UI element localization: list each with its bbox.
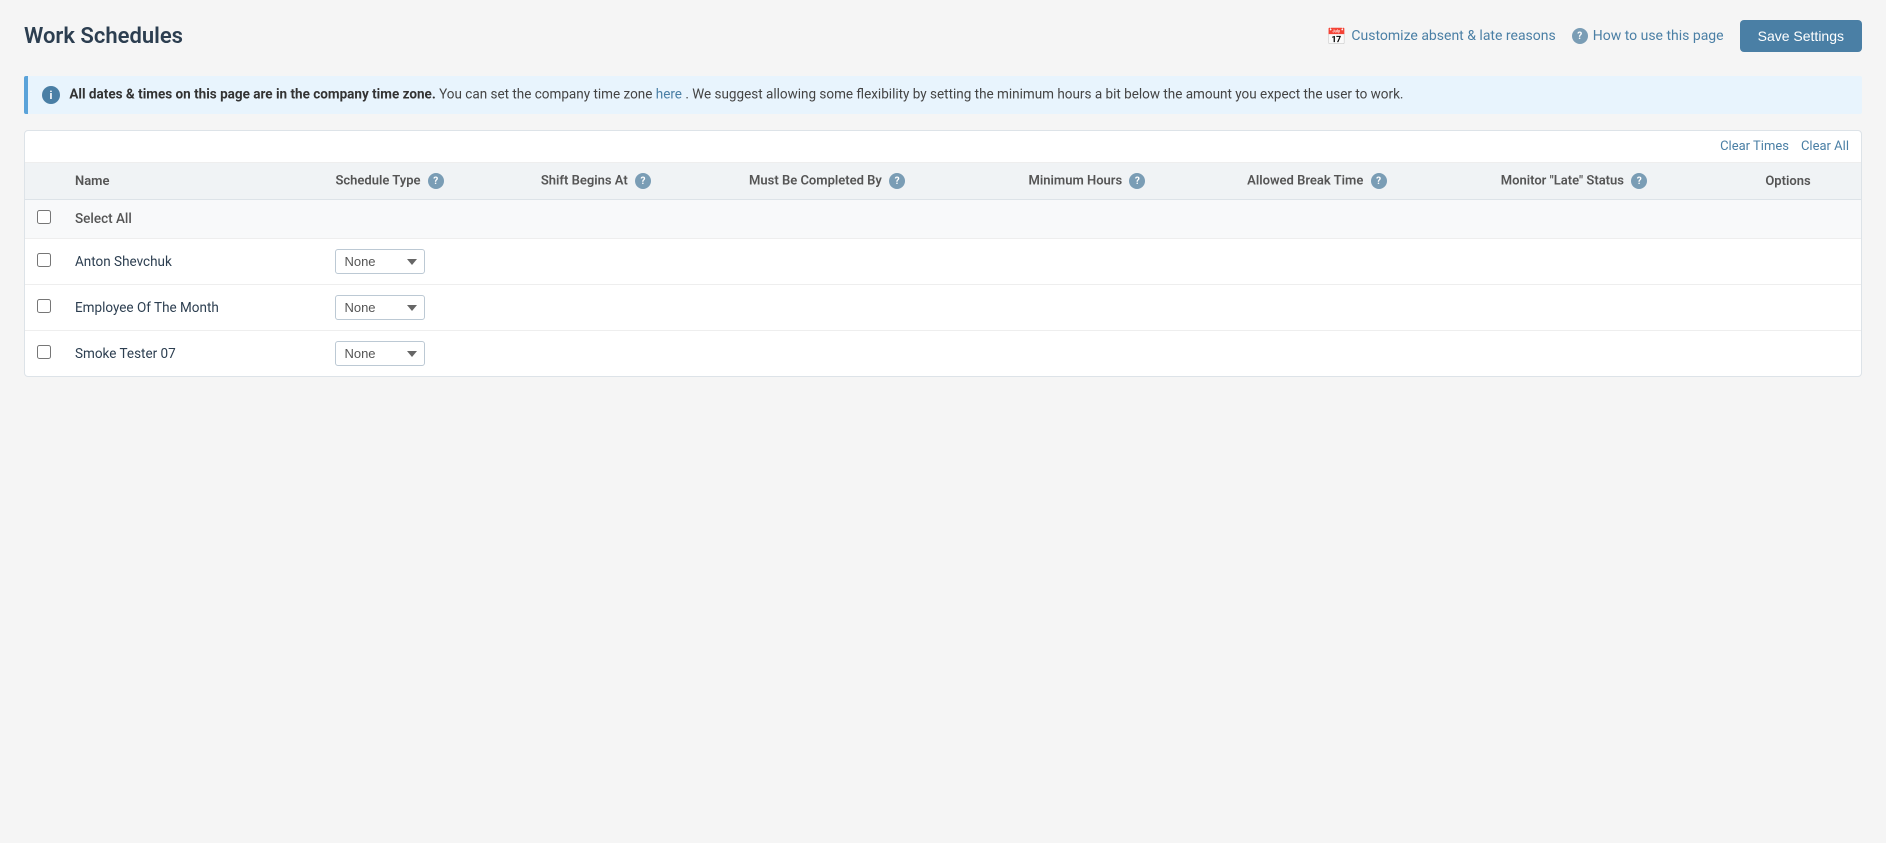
employee-name-cell-smoke: Smoke Tester 07 [63,331,323,377]
must-complete-help-icon[interactable]: ? [889,173,905,189]
help-link-label: How to use this page [1593,28,1724,44]
schedule-type-help-icon[interactable]: ? [428,173,444,189]
th-options: Options [1753,163,1861,200]
row-checkbox-cell-smoke [25,331,63,377]
select-all-label: Select All [75,211,132,227]
options-cell-smoke [1753,331,1861,377]
monitor-late-cell-employee [1489,285,1754,331]
schedule-type-select-employee[interactable]: None Fixed Flexible Open [335,295,425,320]
min-hours-cell-employee [1017,285,1236,331]
customize-link-label: Customize absent & late reasons [1351,28,1555,44]
monitor-late-help-icon[interactable]: ? [1631,173,1647,189]
header: Work Schedules 📅 Customize absent & late… [24,20,1862,52]
select-all-label-cell: Select All [63,200,1861,239]
employee-name-cell-employee: Employee Of The Month [63,285,323,331]
page-wrapper: Work Schedules 📅 Customize absent & late… [0,0,1886,397]
calendar-icon: 📅 [1327,27,1347,46]
th-must-complete: Must Be Completed By ? [737,163,1016,200]
options-cell-employee [1753,285,1861,331]
table-container: Clear Times Clear All Name Schedule Type… [24,130,1862,377]
table-row: Smoke Tester 07 None Fixed Flexible Open [25,331,1861,377]
employee-name-anton: Anton Shevchuk [75,254,172,270]
schedule-type-cell-smoke: None Fixed Flexible Open [323,331,528,377]
clear-all-link[interactable]: Clear All [1801,139,1849,154]
row-checkbox-cell-anton [25,239,63,285]
employee-name-cell-anton: Anton Shevchuk [63,239,323,285]
clear-times-link[interactable]: Clear Times [1720,139,1789,154]
row-checkbox-employee[interactable] [37,299,51,313]
min-hours-help-icon[interactable]: ? [1129,173,1145,189]
shift-begins-cell-smoke [529,331,737,377]
row-checkbox-smoke[interactable] [37,345,51,359]
monitor-late-cell-anton [1489,239,1754,285]
info-banner-text: You can set the company time zone [439,87,656,103]
break-time-cell-employee [1235,285,1489,331]
min-hours-cell-anton [1017,239,1236,285]
th-monitor-late: Monitor "Late" Status ? [1489,163,1754,200]
th-name: Name [63,163,323,200]
shift-begins-cell-employee [529,285,737,331]
table-row: Employee Of The Month None Fixed Flexibl… [25,285,1861,331]
break-time-cell-smoke [1235,331,1489,377]
row-checkbox-anton[interactable] [37,253,51,267]
info-icon: i [42,86,60,104]
schedule-type-cell-anton: None Fixed Flexible Open [323,239,528,285]
shift-begins-help-icon[interactable]: ? [635,173,651,189]
work-schedules-table: Name Schedule Type ? Shift Begins At ? M… [25,163,1861,376]
schedule-type-select-anton[interactable]: None Fixed Flexible Open [335,249,425,274]
options-cell-anton [1753,239,1861,285]
select-all-checkbox[interactable] [37,210,51,224]
th-schedule-type: Schedule Type ? [323,163,528,200]
customize-link[interactable]: 📅 Customize absent & late reasons [1327,27,1556,46]
must-complete-cell-smoke [737,331,1016,377]
table-actions-row: Clear Times Clear All [25,131,1861,163]
table-body: Select All Anton Shevchuk None Fixed [25,200,1861,377]
th-shift-begins: Shift Begins At ? [529,163,737,200]
select-all-checkbox-cell [25,200,63,239]
monitor-late-cell-smoke [1489,331,1754,377]
th-min-hours: Minimum Hours ? [1017,163,1236,200]
table-row: Anton Shevchuk None Fixed Flexible Open [25,239,1861,285]
break-time-help-icon[interactable]: ? [1371,173,1387,189]
row-checkbox-cell-employee [25,285,63,331]
info-banner-bold: All dates & times on this page are in th… [69,87,435,103]
th-checkbox [25,163,63,200]
question-mark-icon: ? [1572,28,1588,44]
save-settings-button[interactable]: Save Settings [1740,20,1862,52]
break-time-cell-anton [1235,239,1489,285]
schedule-type-cell-employee: None Fixed Flexible Open [323,285,528,331]
info-banner: i All dates & times on this page are in … [24,76,1862,114]
select-all-row: Select All [25,200,1861,239]
info-banner-text2: . We suggest allowing some flexibility b… [685,87,1403,103]
must-complete-cell-anton [737,239,1016,285]
schedule-type-select-smoke[interactable]: None Fixed Flexible Open [335,341,425,366]
min-hours-cell-smoke [1017,331,1236,377]
timezone-link[interactable]: here [656,87,682,103]
header-actions: 📅 Customize absent & late reasons ? How … [1327,20,1863,52]
help-link[interactable]: ? How to use this page [1572,28,1724,44]
employee-name-smoke: Smoke Tester 07 [75,346,176,362]
th-break-time: Allowed Break Time ? [1235,163,1489,200]
page-title: Work Schedules [24,24,183,49]
table-header: Name Schedule Type ? Shift Begins At ? M… [25,163,1861,200]
must-complete-cell-employee [737,285,1016,331]
shift-begins-cell-anton [529,239,737,285]
employee-name-employee: Employee Of The Month [75,300,219,316]
